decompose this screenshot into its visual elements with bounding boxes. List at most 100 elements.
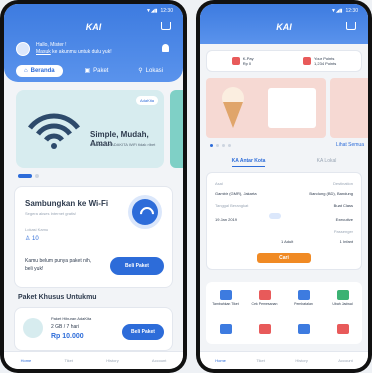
- nav-history[interactable]: History: [295, 358, 307, 363]
- status-time: 12:30: [160, 8, 173, 14]
- phone-frame-kai: ▼◢▮ 12:30 KAI K-Pay Rp 0 Your Points 1,234 …: [196, 0, 372, 373]
- schedule-icon: [336, 289, 349, 300]
- signal-icon: ▼◢▮: [145, 8, 158, 14]
- package-card[interactable]: Paket Hiburan AdaKita 2 GB / 7 hari Rp 1…: [14, 307, 173, 351]
- order-icon: [258, 289, 271, 300]
- date-field[interactable]: 19 Jan 2019: [215, 217, 237, 222]
- menu-label: Ubah Jadwal: [332, 301, 353, 306]
- class-field[interactable]: Buat Class: [334, 203, 353, 208]
- nav-account[interactable]: Account: [338, 358, 352, 363]
- section-title: Paket Khusus Untukmu: [18, 294, 97, 301]
- adult-field[interactable]: 1 Adult: [281, 239, 293, 244]
- menu-item[interactable]: [245, 313, 284, 344]
- menu-label: Cek Pemesanan: [251, 301, 278, 306]
- avatar[interactable]: [16, 42, 30, 56]
- cart-icon[interactable]: [346, 22, 356, 30]
- status-bar: ▼◢▮ 12:30: [200, 4, 368, 18]
- cart-icon[interactable]: [161, 22, 171, 30]
- nav-tiket[interactable]: Tiket: [256, 358, 265, 363]
- menu-item[interactable]: Ubah Jadwal: [323, 282, 362, 313]
- origin-field[interactable]: Gambir (GMR), Jakarta: [215, 191, 257, 196]
- search-button[interactable]: Cari: [257, 253, 311, 263]
- location-count: 10: [32, 236, 39, 242]
- login-link[interactable]: Masuk: [36, 49, 51, 55]
- next-banner[interactable]: [170, 90, 183, 168]
- package-price: Rp 10.000: [51, 333, 84, 340]
- menu-item[interactable]: Cek Pemesanan: [245, 282, 284, 313]
- menu-item[interactable]: [206, 313, 245, 344]
- tab-local[interactable]: KA Lokal: [317, 158, 337, 167]
- dot[interactable]: [216, 144, 219, 147]
- bottom-nav: Home Tiket History Account: [200, 351, 368, 369]
- banner-subtitle: Connect ke ADAKITA WiFi tidak ribet: [90, 142, 156, 147]
- tab-paket[interactable]: ▣ Paket: [76, 64, 116, 77]
- buy-package-button-2[interactable]: Beli Paket: [122, 324, 164, 340]
- points[interactable]: Your Points 1,234 Points: [303, 56, 336, 66]
- infant-field[interactable]: 1 Infant: [340, 239, 353, 244]
- wallet-icon: [231, 57, 240, 65]
- adakita-badge: AdaKita: [135, 96, 158, 105]
- bottom-nav: Home Tiket History Account: [4, 351, 183, 369]
- promo-banner[interactable]: AdaKita Simple, Mudah, Aman Connect ke A…: [16, 90, 164, 168]
- wifi-illustration: [28, 113, 80, 149]
- header: ▼◢▮ 12:30 KAI: [200, 4, 368, 44]
- ticket-tabs: KA Antar Kota KA Lokal: [206, 158, 362, 167]
- tab-label: Paket: [93, 67, 109, 74]
- tab-intercity[interactable]: KA Antar Kota: [231, 158, 266, 167]
- tab-lokasi[interactable]: ⚲ Lokasi: [130, 64, 171, 77]
- dot[interactable]: [210, 144, 213, 147]
- menu-item[interactable]: [323, 313, 362, 344]
- tab-beranda[interactable]: ⌂ Beranda: [16, 64, 63, 77]
- wifi-card: Sambungkan ke Wi-Fi Segera akses Interne…: [14, 186, 173, 288]
- nav-account[interactable]: Account: [152, 358, 166, 363]
- see-all-link[interactable]: Lihat Semua: [336, 142, 364, 148]
- booking-form: Asal Destination Gambir (GMR), Jakarta B…: [206, 172, 362, 270]
- carousel-dots: [18, 174, 39, 178]
- user-icon: ♙: [25, 236, 33, 242]
- menu-icon: [219, 323, 232, 334]
- tab-label: Beranda: [30, 67, 55, 74]
- destination-label: Destination: [332, 181, 353, 186]
- kpay[interactable]: K-Pay Rp 0: [231, 56, 254, 66]
- package-quota: 2 GB / 7 hari: [51, 324, 80, 330]
- points-value: 1,234 Points: [314, 61, 337, 66]
- no-package-message: Kamu belum punya paket nih, beli yuk!: [25, 258, 92, 272]
- package-title: Paket Hiburan AdaKita: [51, 316, 92, 321]
- home-icon: ⌂: [24, 67, 28, 74]
- menu-icon: [297, 323, 310, 334]
- status-time: 12:30: [345, 8, 358, 14]
- cancel-icon: [297, 289, 310, 300]
- menu-item[interactable]: Pembatalan: [284, 282, 323, 313]
- promo-card: [268, 88, 316, 128]
- nav-history[interactable]: History: [106, 358, 118, 363]
- wifi-card-subtitle: Segera akses Internet gratis!: [25, 211, 77, 216]
- date-label: Tanggal Berangkat: [215, 203, 249, 208]
- bell-icon[interactable]: [162, 44, 169, 52]
- next-promo[interactable]: [330, 78, 368, 138]
- status-bar: ▼◢▮ 12:30: [4, 4, 183, 18]
- kai-logo: KAI: [276, 22, 292, 32]
- menu-item[interactable]: Tambahkan Tiket: [206, 282, 245, 313]
- promo-banner[interactable]: [206, 78, 326, 138]
- buy-package-button[interactable]: Beli Paket: [110, 257, 164, 275]
- nav-home[interactable]: Home: [215, 358, 226, 363]
- nav-home[interactable]: Home: [21, 358, 32, 363]
- destination-field[interactable]: Bandung (BD), Bandung: [309, 191, 353, 196]
- greeting: Hallo, Mister ! Masuk ke akunmu untuk du…: [16, 42, 112, 56]
- menu-item[interactable]: [284, 313, 323, 344]
- location-label: Lokasi Kamu: [25, 227, 49, 232]
- kpay-value: Rp 0: [242, 61, 252, 66]
- class-value[interactable]: Executive: [336, 217, 353, 222]
- menu-grid: Tambahkan Tiket Cek Pemesanan Pembatalan…: [206, 282, 362, 344]
- menu-icon: [336, 323, 349, 334]
- dot[interactable]: [35, 174, 39, 178]
- passenger-label: Passenger: [333, 229, 353, 234]
- wifi-connect-button[interactable]: [132, 199, 158, 225]
- dot[interactable]: [228, 144, 231, 147]
- dot[interactable]: [18, 174, 32, 178]
- nav-tiket[interactable]: Tiket: [65, 358, 74, 363]
- kai-screen: ▼◢▮ 12:30 KAI K-Pay Rp 0 Your Points 1,234 …: [200, 4, 368, 369]
- dot[interactable]: [222, 144, 225, 147]
- round-trip-toggle[interactable]: [269, 213, 281, 219]
- origin-label: Asal: [215, 181, 223, 186]
